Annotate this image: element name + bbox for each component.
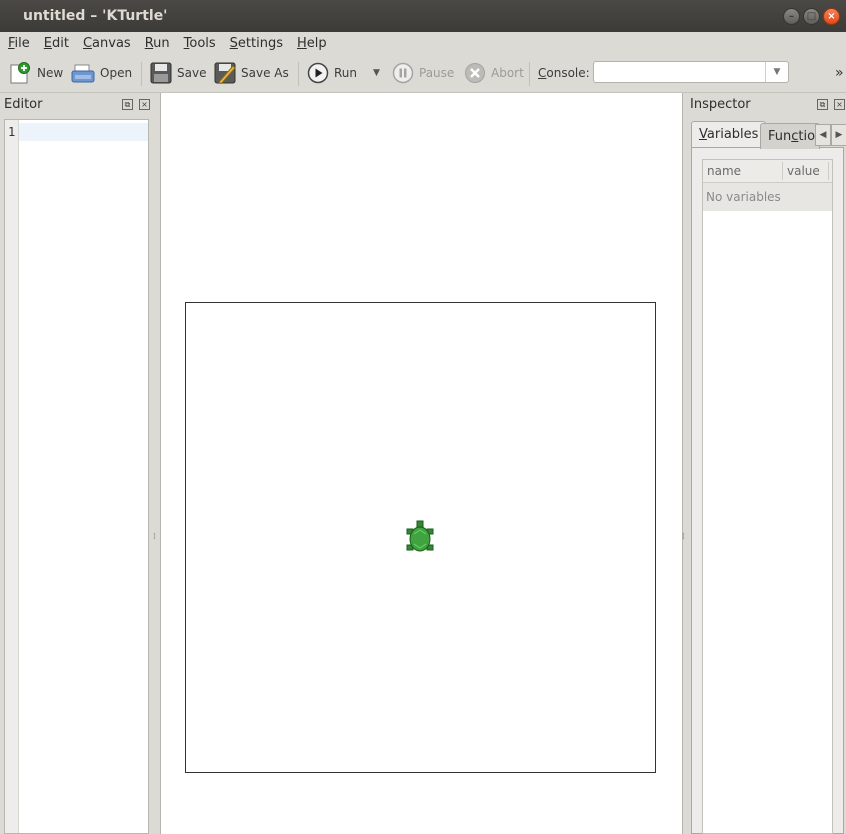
new-label: New [37,66,64,80]
save-as-button[interactable]: Save As [214,62,289,84]
save-as-icon [214,62,236,84]
minimize-icon[interactable]: – [783,8,800,25]
abort-button[interactable]: Abort [464,62,524,84]
pause-button[interactable]: Pause [392,62,454,84]
save-icon [150,62,172,84]
menu-item-help[interactable]: Help [289,36,333,51]
tab-scroll-right-icon[interactable]: ▶ [831,124,846,146]
menu-item-run[interactable]: Run [137,36,176,51]
new-button[interactable]: New [8,62,63,84]
line-number-gutter [5,120,19,833]
pause-label: Pause [419,66,455,80]
column-value[interactable]: value [787,164,820,178]
maximize-icon[interactable]: □ [803,8,820,25]
open-icon [71,64,95,83]
current-line-highlight [19,123,148,141]
close-dock-icon[interactable]: × [834,99,845,110]
toolbar-separator [298,62,299,86]
code-editor[interactable]: 1 [4,119,149,834]
chevron-down-icon: ▼ [373,68,380,78]
overflow-icon: » [835,65,844,81]
table-row: No variables [703,183,832,211]
run-label: Run [334,66,358,80]
open-button[interactable]: Open [71,62,132,84]
chevron-down-icon[interactable]: ▼ [765,62,788,82]
open-label: Open [100,66,133,80]
column-divider [782,162,783,180]
abort-icon [465,63,485,83]
abort-label: Abort [491,66,524,80]
tab-scroll-left-icon[interactable]: ◀ [815,124,831,146]
toolbar-separator [141,62,142,86]
pause-icon [392,62,414,84]
toolbar-overflow-button[interactable]: » [835,62,844,84]
left-splitter-handle[interactable]: ⁞ [153,532,156,542]
right-splitter-handle[interactable]: ⁞ [682,532,685,542]
new-file-icon [10,62,30,84]
save-label: Save [177,66,207,80]
run-button[interactable]: Run [307,62,357,84]
console-input[interactable]: ▼ [593,61,789,83]
empty-variables-text: No variables [706,190,781,204]
run-speed-dropdown[interactable]: ▼ [373,62,380,84]
window-controls: – □ × [783,8,840,25]
float-dock-icon[interactable]: ⧉ [122,99,133,110]
toolbar-separator [529,62,530,86]
save-button[interactable]: Save [150,62,206,84]
menu-item-canvas[interactable]: Canvas [75,36,137,51]
column-name[interactable]: name [707,164,741,178]
window-title: untitled – 'KTurtle' [23,8,168,24]
line-number: 1 [8,125,16,139]
menu-item-tools[interactable]: Tools [176,36,222,51]
save-as-label: Save As [241,66,289,80]
turtle-icon [406,520,434,552]
tab-variables-accel: V [699,127,707,142]
title-bar: untitled – 'KTurtle' – □ × [0,0,846,32]
close-icon[interactable]: × [823,8,840,25]
inspector-dock-title: Inspector [690,97,751,112]
menu-bar: File Edit Canvas Run Tools Settings Help [0,32,846,54]
console-label-wrap: Console: [538,62,590,84]
variables-table-header: name value [703,160,832,183]
menu-item-settings[interactable]: Settings [222,36,289,51]
play-icon [307,62,329,84]
tab-variables-label: ariables [706,127,759,142]
column-divider [828,162,829,180]
console-label: Console: [538,66,590,80]
tab-functions-label: Functions [768,129,819,144]
editor-dock-title: Editor [4,97,43,112]
tab-functions[interactable]: Functions [760,123,820,149]
variables-table: name value No variables [702,159,833,834]
menu-item-edit[interactable]: Edit [36,36,75,51]
float-dock-icon[interactable]: ⧉ [817,99,828,110]
menu-item-file[interactable]: File [0,36,36,51]
tab-variables[interactable]: Variables [691,121,767,147]
close-dock-icon[interactable]: × [139,99,150,110]
